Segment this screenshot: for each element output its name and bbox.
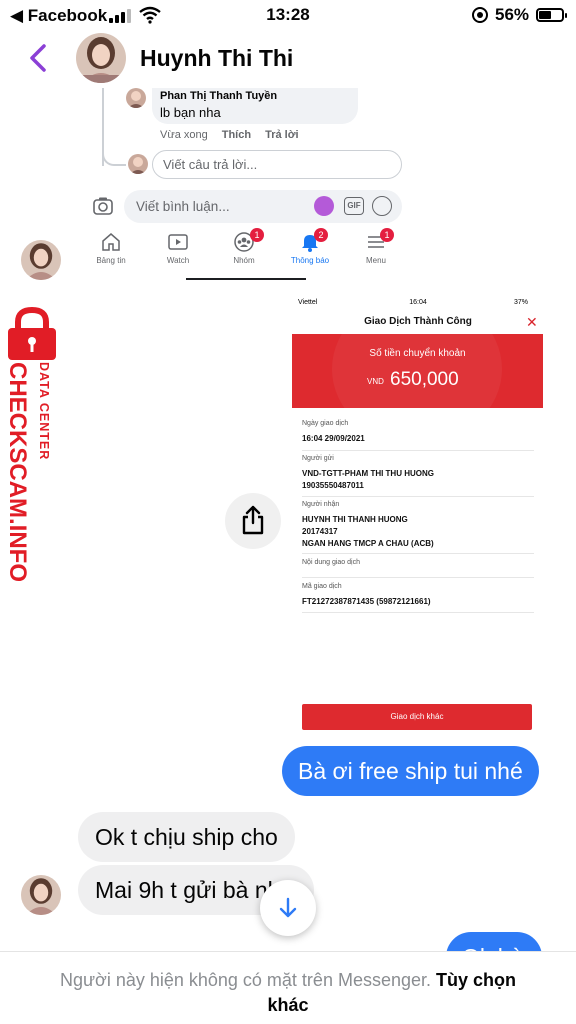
receiver-name: HUYNH THI THANH HUONG	[302, 515, 408, 524]
close-icon: ✕	[526, 314, 538, 330]
unavailable-notice: Người này hiện không có mặt trên Messeng…	[40, 968, 536, 1018]
menu-badge: 1	[380, 228, 394, 242]
self-avatar-small	[128, 154, 148, 174]
field-date: Ngày giao dịch 16:04 29/09/2021	[302, 420, 534, 445]
notice-text: Người này hiện không có mặt trên Messeng…	[59, 970, 432, 990]
contact-avatar[interactable]	[76, 33, 126, 83]
fb-nav-menu: 1 Menu	[346, 226, 406, 282]
divider	[302, 577, 534, 578]
comment-author: Phan Thị Thanh Tuyền	[160, 90, 278, 102]
divider	[302, 450, 534, 451]
thread-curve	[102, 146, 126, 166]
notifications-badge: 2	[314, 228, 328, 242]
receipt-time: 16:04	[409, 299, 427, 306]
share-button[interactable]	[225, 493, 281, 549]
receiver-bank: NGAN HANG TMCP A CHAU (ACB)	[302, 539, 434, 548]
field-code-value: FT21272387871435 (59872121661)	[302, 597, 431, 606]
battery-percent: 56%	[495, 5, 530, 24]
field-content-label: Nội dung giao dịch	[302, 559, 360, 566]
watch-icon	[168, 234, 188, 250]
lock-icon	[8, 306, 56, 360]
shared-facebook-screenshot[interactable]: Phan Thị Thanh Tuyền lb bạn nha Vừa xong…	[78, 88, 414, 282]
message-outgoing[interactable]: Bà ơi free ship tui nhé	[282, 746, 539, 796]
fb-nav-label: Watch	[166, 256, 190, 265]
gif-icon: GIF	[344, 197, 364, 215]
groups-badge: 1	[250, 228, 264, 242]
reply-input: Viết câu trả lời...	[152, 150, 402, 179]
other-transaction-button: Giao dịch khác	[302, 704, 532, 730]
home-icon	[102, 233, 120, 251]
sender-account: 19035550487011	[302, 481, 364, 490]
receipt-title: Giao Dịch Thành Công	[364, 316, 472, 327]
camera-icon	[93, 197, 113, 215]
fb-nav-label: Nhóm	[233, 256, 255, 265]
fb-nav-news-feed: Bảng tin	[81, 226, 141, 282]
fb-nav-watch: Watch	[148, 226, 208, 282]
amount-banner: Số tiền chuyển khoản VND 650,000	[292, 334, 543, 408]
fb-bottom-nav: Bảng tin Watch 1 Nhóm 2 Thông báo 1 Menu	[78, 226, 414, 282]
scroll-to-bottom-button[interactable]	[260, 880, 316, 936]
status-bar: ◀ Facebook 13:28 56%	[0, 0, 576, 30]
field-date-label: Ngày giao dịch	[302, 420, 349, 427]
field-date-value: 16:04 29/09/2021	[302, 434, 365, 443]
divider	[302, 553, 534, 554]
like-link: Thích	[221, 129, 252, 141]
field-sender-label: Người gửi	[302, 455, 334, 462]
contact-name[interactable]: Huynh Thi Thi	[140, 45, 293, 72]
field-receiver-label: Người nhận	[302, 501, 340, 508]
battery-icon	[536, 8, 567, 22]
back-chevron-icon[interactable]	[24, 40, 54, 76]
field-sender: Người gửi VND-TGTT-PHAM THI THU HUONG 19…	[302, 455, 534, 492]
comment-text: lb bạn nha	[160, 105, 221, 120]
receiver-account: 20174317	[302, 527, 338, 536]
amount-value: 650,000	[390, 369, 459, 390]
field-sender-value: VND-TGTT-PHAM THI THU HUONG 190355504870…	[302, 468, 534, 492]
commenter-avatar	[126, 88, 146, 108]
reply-link: Trả lời	[265, 129, 299, 141]
sender-name: VND-TGTT-PHAM THI THU HUONG	[302, 469, 434, 478]
divider	[302, 612, 534, 613]
fb-nav-label: Thông báo	[290, 256, 330, 265]
amount-currency: VND	[367, 377, 384, 386]
sticker-icon	[314, 196, 334, 216]
watermark-sub: DATA CENTER	[37, 362, 51, 460]
amount-label: Số tiền chuyển khoản	[369, 348, 466, 359]
field-code-label: Mã giao dịch	[302, 583, 342, 590]
comment-time: Vừa xong	[160, 129, 208, 141]
fb-nav-label: Bảng tin	[96, 256, 126, 265]
watermark-brand-text: CHECKSCAM.INFO	[4, 362, 31, 582]
receipt-status-bar: Viettel 16:04 37%	[290, 294, 546, 312]
sender-avatar[interactable]	[21, 240, 61, 280]
receipt-battery: 37%	[513, 299, 528, 306]
field-content: Nội dung giao dịch	[302, 559, 534, 566]
arrow-down-icon	[279, 897, 297, 918]
emoji-icon	[372, 196, 392, 216]
shared-bank-receipt[interactable]: Viettel 16:04 37% Giao Dịch Thành Công ✕…	[290, 294, 546, 742]
field-receiver: Người nhận HUYNH THI THANH HUONG 2017431…	[302, 501, 534, 550]
fb-nav-groups: 1 Nhóm	[214, 226, 274, 282]
field-receiver-value: HUYNH THI THANH HUONG 20174317 NGAN HANG…	[302, 514, 534, 550]
unavailable-notice-bar: Người này hiện không có mặt trên Messeng…	[0, 951, 576, 1024]
fb-nav-notifications: 2 Thông báo	[280, 226, 340, 282]
chat-header: Huynh Thi Thi	[0, 30, 576, 88]
watermark-sub-text: DATA CENTER	[37, 362, 51, 460]
watermark-brand: CHECKSCAM.INFO	[4, 362, 31, 582]
divider	[302, 496, 534, 497]
message-incoming[interactable]: Ok t chịu ship cho	[78, 812, 295, 862]
clock: 13:28	[266, 5, 310, 24]
fb-nav-indicator	[186, 278, 306, 280]
comment-meta: Vừa xong Thích Trả lời	[160, 129, 313, 141]
field-code: Mã giao dịch FT21272387871435 (598721216…	[302, 583, 534, 608]
sender-avatar[interactable]	[21, 875, 61, 915]
fb-nav-label: Menu	[365, 256, 386, 265]
rotation-lock-icon	[472, 7, 488, 23]
share-icon	[242, 505, 264, 535]
